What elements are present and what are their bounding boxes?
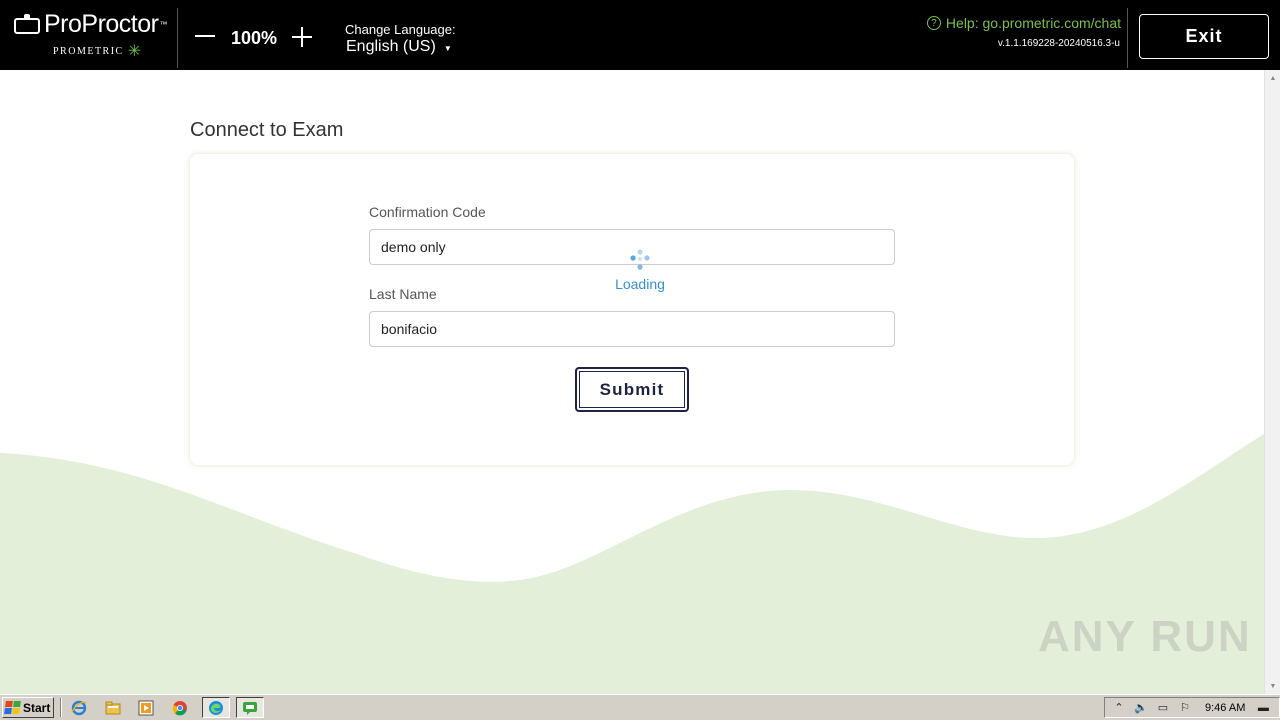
loading-text: Loading: [615, 276, 665, 292]
version-text: v.1.1.169228-20240516.3-u: [997, 38, 1120, 49]
windows-taskbar: Start ⌃ 🔈 ▭ ⚐ 9:46 AM ▬: [0, 694, 1280, 720]
caret-down-icon: ▼: [443, 44, 452, 53]
folder-icon[interactable]: [104, 699, 122, 717]
scroll-down-icon[interactable]: ▼: [1265, 678, 1280, 694]
chat-app-icon[interactable]: [236, 697, 264, 718]
scroll-up-icon[interactable]: ▲: [1265, 70, 1280, 86]
monitor-icon: [14, 13, 40, 36]
show-hidden-icon[interactable]: ⌃: [1111, 700, 1127, 716]
zoom-out-button[interactable]: [192, 23, 218, 49]
exit-button[interactable]: Exit: [1139, 14, 1269, 59]
zoom-level: 100%: [230, 28, 278, 48]
header-divider: [1127, 8, 1128, 68]
taskbar-separator: [60, 698, 62, 717]
windows-logo-icon: [4, 701, 21, 714]
help-text: Help: go.prometric.com/chat: [945, 15, 1121, 31]
connect-card: [190, 154, 1074, 465]
loading-spinner-icon: [630, 249, 650, 270]
submit-button[interactable]: Submit: [575, 367, 689, 412]
edge-icon[interactable]: [202, 697, 230, 718]
language-value: English (US): [346, 38, 436, 55]
page-title: Connect to Exam: [190, 119, 344, 141]
zoom-in-button[interactable]: [289, 24, 315, 50]
logo-trademark: ™: [159, 20, 168, 29]
prometric-star-icon: ✳: [127, 42, 143, 60]
language-select[interactable]: English (US) ▼: [346, 38, 452, 56]
chrome-icon[interactable]: [171, 699, 189, 717]
app-header: ProProctor ™ PROMETRIC ✳ 100% Change Lang…: [0, 0, 1280, 70]
internet-explorer-icon[interactable]: [70, 699, 88, 717]
logo-subtitle: PROMETRIC: [53, 46, 124, 57]
help-circle-icon: ?: [926, 16, 941, 30]
last-name-input[interactable]: bonifacio: [369, 311, 895, 347]
language-label: Change Language:: [345, 22, 456, 37]
proproctor-logo: ProProctor ™ PROMETRIC ✳: [14, 10, 174, 66]
start-label: Start: [23, 700, 51, 715]
system-tray: ⌃ 🔈 ▭ ⚐ 9:46 AM ▬: [1104, 697, 1280, 718]
anyrun-watermark: ANY RUN: [1038, 612, 1252, 661]
header-divider: [177, 8, 178, 68]
last-name-label: Last Name: [369, 286, 437, 302]
flag-icon[interactable]: ⚐: [1177, 700, 1193, 716]
confirmation-code-label: Confirmation Code: [369, 204, 486, 220]
vertical-scrollbar[interactable]: ▲ ▼: [1264, 70, 1280, 694]
clock[interactable]: 9:46 AM: [1205, 702, 1245, 714]
network-icon[interactable]: ▭: [1155, 700, 1171, 716]
logo-title: ProProctor: [44, 10, 159, 38]
volume-icon[interactable]: 🔈: [1133, 700, 1149, 716]
help-link[interactable]: ? Help: go.prometric.com/chat: [926, 15, 1121, 31]
start-button[interactable]: Start: [2, 697, 54, 718]
media-player-icon[interactable]: [137, 699, 155, 717]
desktop-icon[interactable]: ▬: [1255, 700, 1271, 716]
